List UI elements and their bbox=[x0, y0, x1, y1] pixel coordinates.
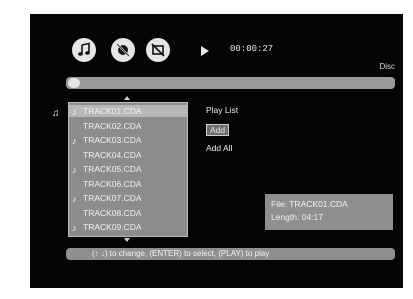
source-label: Disc bbox=[379, 62, 395, 71]
scroll-down-icon[interactable] bbox=[124, 238, 130, 242]
track-label: TRACK06.CDA bbox=[83, 178, 142, 189]
audio-file-icon: ♪ bbox=[72, 136, 77, 146]
add-button[interactable]: Add bbox=[206, 124, 230, 136]
track-label: TRACK04.CDA bbox=[83, 149, 142, 160]
track-item[interactable]: ♪ TRACK03.CDA bbox=[69, 134, 187, 146]
play-icon[interactable] bbox=[201, 46, 209, 56]
help-text: (↑ ↓) to change, (ENTER) to select, (PLA… bbox=[92, 249, 270, 258]
track-label: TRACK05.CDA bbox=[83, 164, 142, 174]
track-length: Length: 04:17 bbox=[271, 212, 323, 222]
video-off-button[interactable] bbox=[146, 38, 170, 62]
path-bar bbox=[66, 77, 395, 89]
track-label: TRACK02.CDA bbox=[83, 120, 142, 131]
add-all-button[interactable]: Add All bbox=[206, 143, 232, 153]
track-item[interactable]: ♪ TRACK05.CDA bbox=[69, 163, 187, 175]
track-item[interactable]: ♪ TRACK07.CDA bbox=[69, 192, 187, 204]
music-mode-button[interactable] bbox=[72, 38, 96, 62]
audio-off-button[interactable] bbox=[111, 38, 135, 62]
track-label: TRACK08.CDA bbox=[83, 207, 142, 218]
player-screen: 00:00:27 Disc ♫ ♪ TRACK01.CDA TRACK02.CDA ♪… bbox=[30, 14, 403, 288]
play-list-button[interactable]: Play List bbox=[206, 105, 238, 115]
track-item[interactable]: TRACK04.CDA bbox=[69, 149, 187, 161]
no-video-icon bbox=[151, 43, 165, 57]
audio-file-icon: ♪ bbox=[72, 223, 77, 233]
help-bar: (↑ ↓) to change, (ENTER) to select, (PLA… bbox=[66, 248, 395, 260]
track-label: TRACK09.CDA bbox=[83, 222, 142, 232]
track-item[interactable]: TRACK06.CDA bbox=[69, 178, 187, 190]
audio-file-icon: ♪ bbox=[72, 194, 77, 204]
now-playing-note-icon: ♫ bbox=[52, 108, 60, 119]
track-label: TRACK07.CDA bbox=[83, 193, 142, 203]
track-label: TRACK03.CDA bbox=[83, 135, 142, 145]
track-info-panel: File: TRACK01.CDA Length: 04:17 bbox=[265, 194, 393, 230]
track-item[interactable]: ♪ TRACK01.CDA bbox=[69, 105, 187, 117]
track-item[interactable]: TRACK02.CDA bbox=[69, 120, 187, 132]
path-indicator bbox=[68, 78, 80, 88]
audio-file-icon: ♪ bbox=[72, 165, 77, 175]
elapsed-time: 00:00:27 bbox=[230, 44, 274, 54]
track-item[interactable]: TRACK08.CDA bbox=[69, 207, 187, 219]
music-note-icon bbox=[78, 42, 90, 56]
track-item[interactable]: ♪ TRACK09.CDA bbox=[69, 221, 187, 233]
file-name: File: TRACK01.CDA bbox=[271, 199, 348, 209]
scroll-up-icon[interactable] bbox=[124, 96, 130, 100]
no-audio-icon bbox=[116, 43, 130, 57]
track-list: ♪ TRACK01.CDA TRACK02.CDA ♪ TRACK03.CDA TRACK… bbox=[68, 102, 188, 237]
track-label: TRACK01.CDA bbox=[83, 106, 142, 116]
audio-file-icon: ♪ bbox=[72, 107, 77, 117]
